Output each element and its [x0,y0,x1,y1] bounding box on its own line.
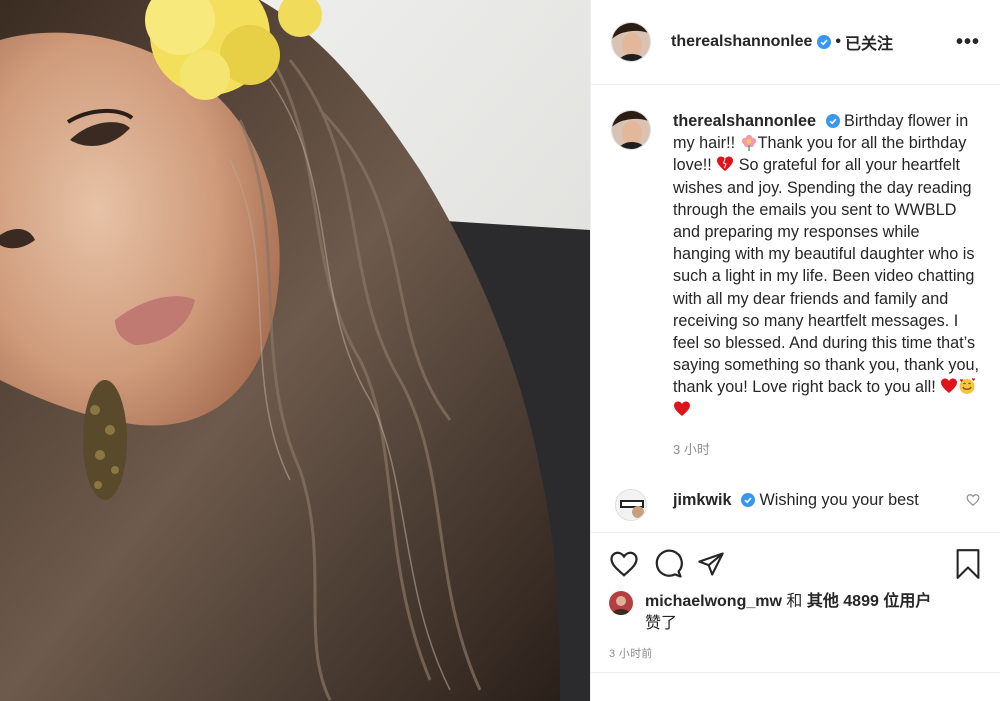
post-photo[interactable] [0,0,590,701]
follow-status-button[interactable]: 已关注 [845,30,893,54]
paper-plane-icon[interactable] [697,550,725,578]
commenter-username[interactable]: jimkwik [673,491,731,509]
caption-part-3: So grateful for all your heartfelt wishe… [673,156,979,397]
likes-suffix: 赞了 [645,615,678,632]
likes-connector: 和 [781,593,807,610]
caption-timestamp: 3 小时 [673,441,710,457]
liker-username[interactable]: michaelwong_mw [645,593,782,610]
post-header: therealshannonlee • 已关注 ••• [591,0,1000,85]
commenter-avatar[interactable] [615,489,647,522]
bookmark-icon[interactable] [954,549,982,579]
likes-text: michaelwong_mw 和 其他 4899 位用户 赞了 [645,591,931,635]
comment-body: jimkwik Wishing you your best [673,489,919,511]
flower-emoji-icon [741,135,756,152]
post-side-panel: therealshannonlee • 已关注 ••• therealshann… [590,0,1000,701]
verified-badge-icon [740,493,755,508]
caption-text: therealshannonlee Birthday flower in my … [673,110,980,461]
verified-badge-icon [825,114,840,128]
comment-text: Wishing you your best [759,491,919,510]
liker-avatar[interactable] [609,591,633,615]
comment-bubble-icon[interactable] [653,549,683,579]
comment-like-icon[interactable] [966,493,980,507]
author-username[interactable]: therealshannonlee [671,33,812,51]
action-icons-row [609,547,982,581]
header-separator: • [835,33,841,50]
caption-username[interactable]: therealshannonlee [673,112,816,130]
red-heart-emoji-icon [941,378,958,394]
caption-author-avatar[interactable] [611,110,651,150]
post-timestamp[interactable]: 3 小时前 [609,645,982,661]
add-comment-bar[interactable] [591,672,1000,701]
comment-row: jimkwik Wishing you your best [591,489,1000,522]
photo-image [0,0,590,701]
verified-badge-icon [817,35,832,49]
more-options-icon[interactable]: ••• [956,31,980,54]
smiling-hearts-emoji-icon [959,378,976,395]
likes-summary: michaelwong_mw 和 其他 4899 位用户 赞了 [609,591,982,635]
likes-others-count[interactable]: 其他 4899 位用户 [807,593,932,610]
post-actions: michaelwong_mw 和 其他 4899 位用户 赞了 3 小时前 [591,532,1000,661]
author-avatar[interactable] [611,22,651,62]
comments-section: therealshannonlee Birthday flower in my … [591,86,1000,532]
caption-row: therealshannonlee Birthday flower in my … [591,86,1000,461]
heart-outline-icon[interactable] [609,549,639,579]
heart-emoji-icon [717,156,734,172]
red-heart-emoji-icon [674,401,690,416]
